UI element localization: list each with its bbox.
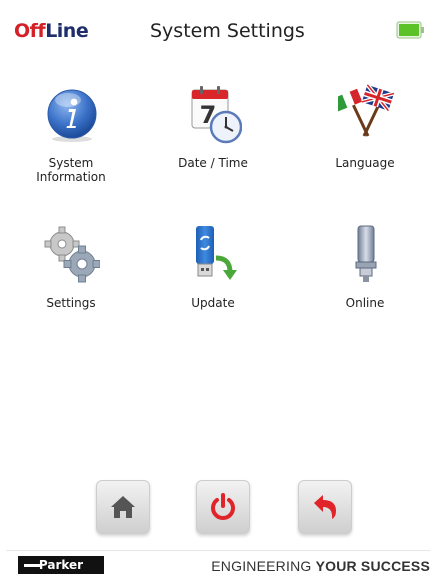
- menu-label: Online: [345, 296, 385, 310]
- menu-language[interactable]: Language: [300, 84, 430, 204]
- menu-online[interactable]: Online: [300, 224, 430, 344]
- flags-icon: [338, 84, 394, 137]
- menu-settings[interactable]: Settings: [6, 224, 136, 344]
- menu-system-information[interactable]: System Information: [6, 84, 136, 204]
- home-icon: [111, 496, 135, 518]
- menu-label: Language: [335, 156, 395, 170]
- info-icon: [47, 89, 97, 142]
- menu-update[interactable]: Update: [148, 224, 278, 344]
- logo-dash: [24, 564, 40, 567]
- page-title: System Settings: [150, 20, 305, 42]
- gears-icon: [44, 226, 100, 283]
- menu-date-time[interactable]: 7 Date / Time: [148, 84, 278, 204]
- back-icon: [314, 495, 336, 519]
- menu-label: System Information: [36, 156, 106, 184]
- menu-label: Update: [191, 296, 235, 310]
- power-icon: [211, 493, 235, 520]
- screen: OffLine System Settings System Informati…: [6, 10, 430, 574]
- calendar-clock-icon: 7: [191, 86, 242, 144]
- back-button[interactable]: [298, 480, 352, 534]
- offline-status: OffLine: [14, 20, 89, 42]
- header-bar: OffLine System Settings: [6, 10, 430, 50]
- battery-icon: [396, 21, 424, 39]
- home-button[interactable]: [96, 480, 150, 534]
- parker-logo: Parker: [18, 556, 104, 574]
- tagline: ENGINEERING YOUR SUCCESS: [211, 558, 430, 574]
- usb-update-icon: [196, 226, 237, 280]
- power-button[interactable]: [196, 480, 250, 534]
- sensor-icon: [355, 225, 377, 282]
- footer-bar: Parker ENGINEERING YOUR SUCCESS: [6, 550, 430, 574]
- menu-label: Settings: [46, 296, 96, 310]
- menu-label: Date / Time: [178, 156, 248, 170]
